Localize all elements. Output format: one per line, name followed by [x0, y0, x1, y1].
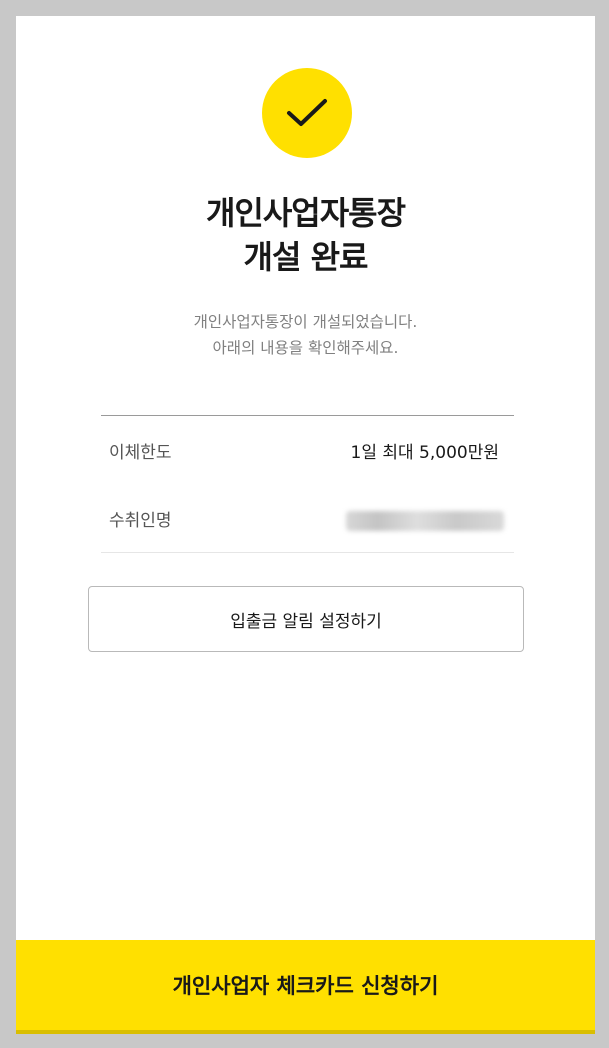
title-line-2: 개설 완료 [243, 238, 369, 276]
transfer-limit-value: 1일 최대 5,000만원 [350, 443, 500, 463]
transfer-limit-row: 이체한도 1일 최대 5,000만원 [101, 416, 514, 484]
description: 개인사업자통장이 개설되었습니다. 아래의 내용을 확인해주세요. [16, 309, 595, 361]
recipient-name-redacted [346, 511, 504, 531]
page-title: 개인사업자통장 개설 완료 [16, 191, 595, 279]
apply-check-card-button[interactable]: 개인사업자 체크카드 신청하기 [16, 940, 595, 1034]
transfer-limit-label: 이체한도 [109, 443, 172, 463]
checkmark-icon [262, 68, 352, 158]
screen: 개인사업자통장 개설 완료 개인사업자통장이 개설되었습니다. 아래의 내용을 … [16, 16, 595, 1034]
title-line-1: 개인사업자통장 [205, 194, 406, 232]
description-line-2: 아래의 내용을 확인해주세요. [212, 339, 399, 357]
info-table: 이체한도 1일 최대 5,000만원 수취인명 [101, 415, 514, 553]
alarm-settings-button[interactable]: 입출금 알림 설정하기 [88, 586, 524, 652]
recipient-name-row: 수취인명 [101, 484, 514, 552]
recipient-name-label: 수취인명 [109, 511, 172, 531]
description-line-1: 개인사업자통장이 개설되었습니다. [193, 313, 418, 331]
